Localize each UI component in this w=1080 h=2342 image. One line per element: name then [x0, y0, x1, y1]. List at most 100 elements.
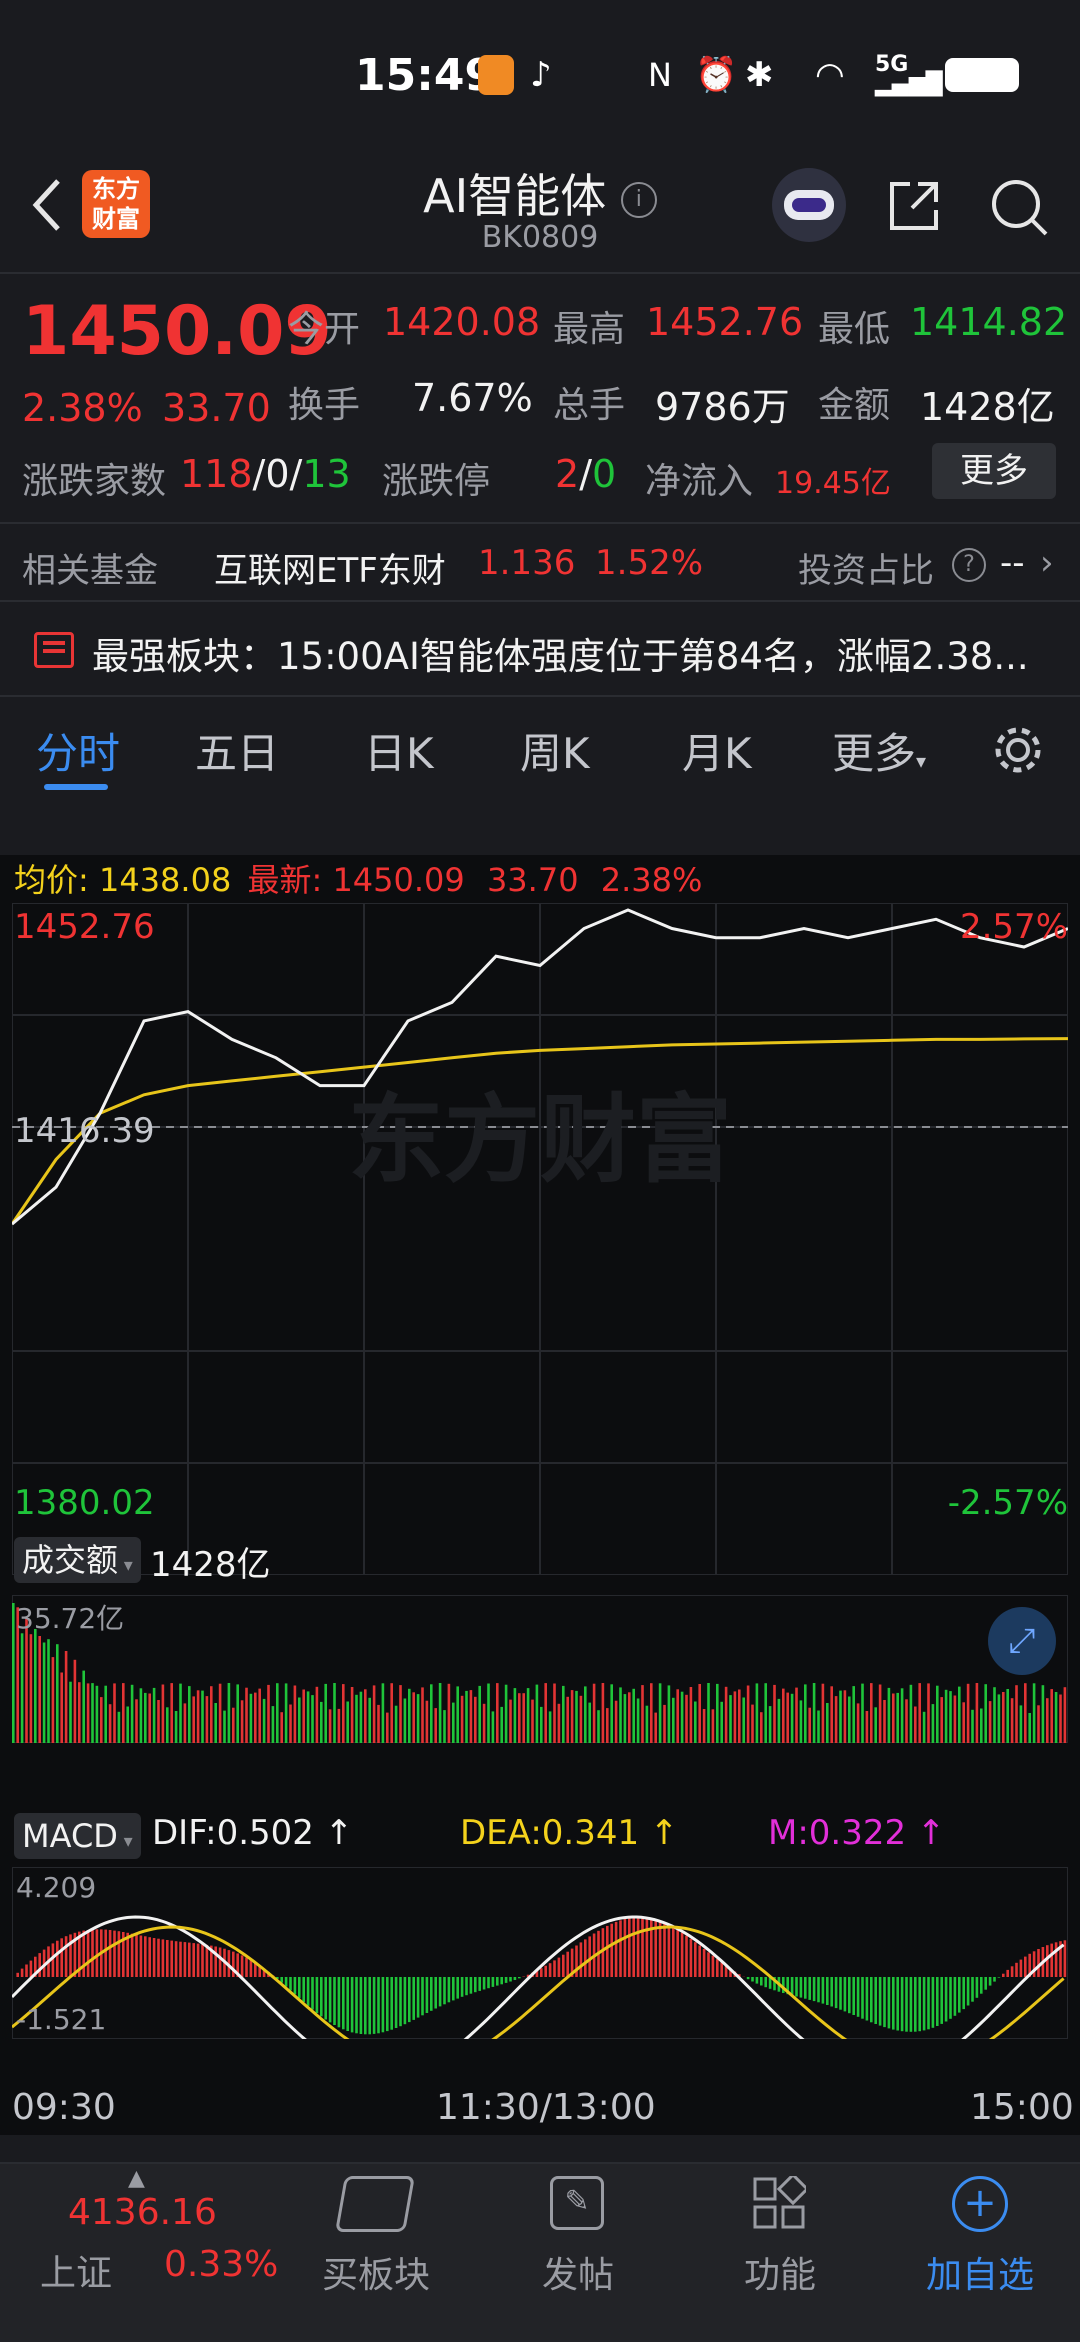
- macd-bar: [1002, 1974, 1005, 1977]
- macd-bar: [232, 1952, 235, 1977]
- intraday-chart[interactable]: 均价: 1438.08 最新: 1450.09 33.70 2.38% 东方财富…: [0, 855, 1080, 2135]
- robot-avatar[interactable]: [772, 168, 846, 242]
- chevron-right-icon[interactable]: ›: [1040, 543, 1054, 583]
- volume-bar: [918, 1683, 921, 1743]
- nav-add-watchlist[interactable]: 加自选: [910, 2246, 1050, 2298]
- macd-bar: [817, 1977, 820, 2002]
- volume-bar: [197, 1690, 200, 1743]
- volume-bar: [773, 1685, 776, 1743]
- volume-bar: [1011, 1698, 1014, 1743]
- volume-bar: [1050, 1689, 1053, 1743]
- volume-bar: [641, 1685, 644, 1743]
- volume-bar: [989, 1701, 992, 1743]
- macd-bar: [945, 1977, 948, 2022]
- volume-bar: [923, 1712, 926, 1743]
- macd-bar: [500, 1977, 503, 1984]
- volume-bar: [725, 1687, 728, 1743]
- fund-name[interactable]: 互联网ETF东财: [214, 543, 446, 592]
- volume-bar: [439, 1683, 442, 1743]
- macd-bar: [800, 1977, 803, 1998]
- macd-dif: DIF:0.502 ↑: [152, 1813, 353, 1853]
- macd-bar: [250, 1960, 253, 1977]
- volume-bar: [434, 1708, 437, 1743]
- macd-bar: [989, 1977, 992, 1986]
- settings-gear-icon[interactable]: [990, 722, 1046, 778]
- macd-bar: [848, 1977, 851, 2013]
- tab-intraday[interactable]: 分时: [36, 720, 120, 781]
- macd-bar: [663, 1923, 666, 1977]
- share-icon[interactable]: [884, 176, 944, 236]
- nav-post[interactable]: 发帖: [528, 2246, 628, 2298]
- volume-bar: [1037, 1705, 1040, 1743]
- alarm-icon: ⏰: [695, 55, 731, 95]
- volume-bar: [514, 1688, 517, 1743]
- index-value[interactable]: 4136.16: [68, 2192, 217, 2233]
- macd-bar: [518, 1977, 521, 1978]
- volume-bar: [456, 1686, 459, 1743]
- macd-bar: [914, 1977, 917, 2032]
- tab-5day[interactable]: 五日: [195, 720, 279, 781]
- app-notification-icon: [478, 55, 514, 95]
- macd-bar: [206, 1945, 209, 1977]
- volume-bar: [984, 1684, 987, 1743]
- volume-bar: [104, 1686, 107, 1743]
- macd-bar: [465, 1977, 468, 1995]
- macd-bar: [707, 1952, 710, 1977]
- search-icon[interactable]: [988, 176, 1052, 240]
- netflow-label: 净流入: [645, 452, 753, 504]
- app-header: 东方财富 AI智能体 i BK0809: [0, 150, 1080, 270]
- macd-bar: [395, 1977, 398, 2028]
- add-watchlist-icon[interactable]: +: [952, 2176, 1008, 2232]
- volume-bar: [421, 1687, 424, 1743]
- volume-bar: [192, 1696, 195, 1743]
- nav-buy-sector[interactable]: 买板块: [310, 2246, 442, 2298]
- volume-bar: [619, 1687, 622, 1743]
- news-text[interactable]: 最强板块：15:00AI智能体强度位于第84名，涨幅2.38...: [92, 626, 1052, 680]
- index-name[interactable]: 上证: [40, 2244, 112, 2296]
- volume-selector[interactable]: 成交额 ▾: [14, 1537, 141, 1583]
- volume-bar: [360, 1692, 363, 1743]
- more-button[interactable]: 更多: [932, 443, 1056, 499]
- expand-icon[interactable]: ⤢: [988, 1607, 1056, 1675]
- volume-bar: [874, 1707, 877, 1743]
- tab-weekly-k[interactable]: 周K: [520, 720, 590, 781]
- macd-bar: [685, 1936, 688, 1977]
- volume-bar: [910, 1685, 913, 1743]
- volume-bar: [760, 1712, 763, 1743]
- macd-bar: [852, 1977, 855, 2015]
- info-icon[interactable]: i: [621, 182, 657, 218]
- macd-bar: [188, 1943, 191, 1977]
- macd-bar: [82, 1931, 85, 1977]
- macd-bar: [584, 1939, 587, 1977]
- volume-bar: [729, 1695, 732, 1743]
- volume-bar: [465, 1691, 468, 1743]
- volume-bar: [1033, 1683, 1036, 1743]
- macd-bar: [954, 1977, 957, 2016]
- macd-bar: [96, 1929, 99, 1977]
- avg-value: 1438.08: [99, 861, 231, 899]
- price-plot[interactable]: 东方财富: [12, 903, 1068, 1575]
- help-icon[interactable]: ?: [952, 548, 986, 582]
- volume-bar: [311, 1695, 314, 1743]
- post-icon[interactable]: ✎: [550, 2176, 604, 2230]
- volume-bar: [808, 1708, 811, 1743]
- tab-monthly-k[interactable]: 月K: [682, 720, 752, 781]
- buy-sector-icon[interactable]: [335, 2176, 415, 2232]
- volume-bar: [795, 1688, 798, 1743]
- nav-features[interactable]: 功能: [730, 2246, 830, 2298]
- volume-bar: [782, 1689, 785, 1743]
- features-icon[interactable]: [752, 2176, 806, 2230]
- amount-value: 1428亿: [920, 376, 1055, 431]
- macd-bar: [813, 1977, 816, 2001]
- volume-bar: [153, 1688, 156, 1743]
- volume-bar: [307, 1691, 310, 1743]
- macd-bar: [192, 1943, 195, 1977]
- limit-up: 2: [555, 452, 579, 496]
- macd-bar: [1015, 1963, 1018, 1977]
- macd-selector[interactable]: MACD ▾: [14, 1813, 141, 1859]
- tab-more[interactable]: 更多▾: [832, 720, 926, 781]
- index-pct[interactable]: 0.33%: [164, 2244, 278, 2285]
- volume-bar: [351, 1687, 354, 1743]
- macd-bar: [241, 1955, 244, 1977]
- tab-daily-k[interactable]: 日K: [364, 720, 434, 781]
